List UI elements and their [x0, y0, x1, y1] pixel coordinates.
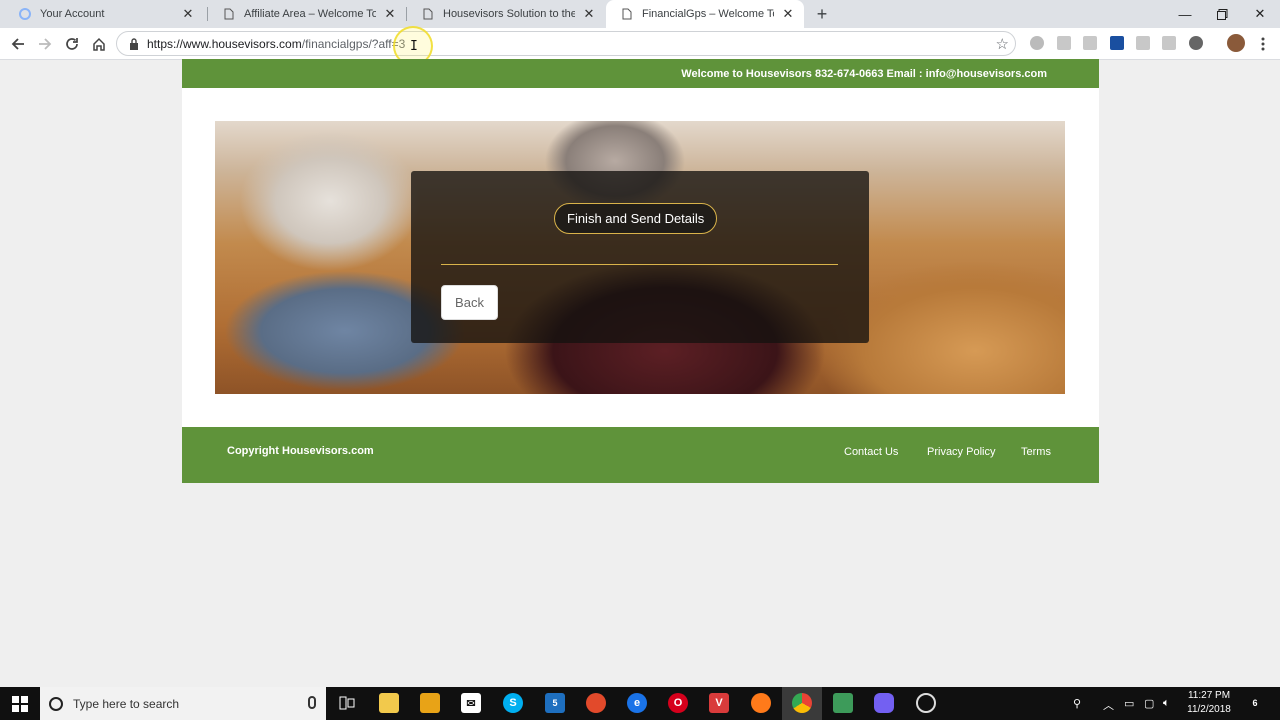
taskbar-clock[interactable]: 11:27 PM 11/2/2018: [1180, 689, 1238, 717]
extension-screenshot-icon[interactable]: [1136, 36, 1150, 50]
tab-affiliate-area[interactable]: Affiliate Area – Welcome To Housevisors …: [208, 0, 406, 28]
back-arrow-icon[interactable]: [7, 33, 29, 55]
hero-image: Finish and Send Details Back: [215, 121, 1065, 394]
profile-avatar[interactable]: [1227, 34, 1245, 52]
maps-app-icon[interactable]: [833, 693, 853, 713]
extension-grammar-icon[interactable]: [1162, 36, 1176, 50]
back-button[interactable]: Back: [441, 285, 498, 320]
show-hidden-icons-chevron-icon[interactable]: ︿: [1103, 697, 1114, 713]
copyright-text: Copyright Housevisors.com: [227, 445, 374, 457]
close-tab-icon[interactable]: ✕: [780, 6, 796, 22]
url-text: https://www.housevisors.com/financialgps…: [147, 37, 405, 51]
notification-center-icon[interactable]: 6: [1245, 693, 1265, 713]
windows-taskbar: Type here to search ✉ S 5 e O V ⚲ ︿ ▭ ▢ …: [0, 687, 1280, 720]
tab-title: Your Account: [40, 8, 105, 20]
viber-icon[interactable]: [874, 693, 894, 713]
footer: Copyright Housevisors.com Contact Us Pri…: [182, 427, 1099, 483]
battery-icon[interactable]: ▭: [1124, 697, 1134, 710]
skype-icon[interactable]: S: [503, 693, 523, 713]
taskbar-search-box[interactable]: Type here to search: [40, 687, 326, 720]
page-icon: [421, 7, 435, 21]
network-icon[interactable]: ▢: [1144, 697, 1154, 710]
extension-calendar-icon[interactable]: [1083, 36, 1097, 50]
windows-start-icon[interactable]: [0, 687, 40, 720]
extension-reader-icon[interactable]: [1057, 36, 1071, 50]
tab-housevisors-solution[interactable]: Housevisors Solution to the Retirement ✕: [407, 0, 605, 28]
footer-link-contact-us[interactable]: Contact Us: [844, 446, 898, 458]
mail-icon[interactable]: ✉: [461, 693, 481, 713]
url-host: https://www.housevisors.com: [147, 36, 302, 51]
tab-title: FinancialGps – Welcome To Housevisors: [642, 8, 774, 20]
close-window-button[interactable]: ✕: [1241, 0, 1279, 28]
extension-bookmark-icon[interactable]: [1110, 36, 1124, 50]
form-divider: [441, 264, 838, 265]
extension-tracker-icon[interactable]: [1189, 36, 1203, 50]
tab-your-account[interactable]: Your Account ✕: [4, 0, 204, 28]
edge-browser-icon[interactable]: e: [627, 693, 647, 713]
opera-browser-icon[interactable]: O: [668, 693, 688, 713]
page-icon: [222, 7, 236, 21]
top-contact-bar: Welcome to Housevisors 832-674-0663 Emai…: [182, 59, 1099, 88]
url-path: /financialgps/?aff=3: [301, 36, 406, 51]
tab-financialgps[interactable]: FinancialGps – Welcome To Housevisors ✕: [606, 0, 804, 28]
close-tab-icon[interactable]: ✕: [180, 6, 196, 22]
file-explorer-icon[interactable]: [379, 693, 399, 713]
microphone-icon[interactable]: [308, 696, 316, 709]
tab-title: Affiliate Area – Welcome To Housevisors: [244, 8, 376, 20]
mail-badge: 5: [552, 698, 558, 708]
reload-icon[interactable]: [61, 33, 83, 55]
footer-link-terms[interactable]: Terms: [1021, 446, 1051, 458]
form-overlay-panel: Finish and Send Details Back: [411, 171, 869, 343]
extension-circle-icon[interactable]: [1030, 36, 1044, 50]
close-tab-icon[interactable]: ✕: [382, 6, 398, 22]
minimize-button[interactable]: —: [1166, 0, 1204, 28]
finish-send-details-button[interactable]: Finish and Send Details: [554, 203, 718, 234]
bookmark-star-icon[interactable]: ☆: [996, 35, 1009, 53]
outlook-icon[interactable]: 5: [545, 693, 565, 713]
home-icon[interactable]: [88, 33, 110, 55]
close-tab-icon[interactable]: ✕: [581, 6, 597, 22]
firefox-browser-icon[interactable]: [751, 693, 771, 713]
volume-icon[interactable]: 🔈︎: [1163, 697, 1170, 710]
chrome-browser-icon[interactable]: [792, 693, 812, 713]
browser-toolbar: https://www.housevisors.com/financialgps…: [0, 28, 1280, 60]
clock-date: 11/2/2018: [1187, 704, 1231, 715]
loading-icon: [18, 7, 32, 21]
search-placeholder: Type here to search: [73, 696, 180, 711]
tab-title: Housevisors Solution to the Retirement: [443, 8, 575, 20]
lock-icon: [125, 37, 143, 50]
screen-recorder-icon[interactable]: [916, 693, 936, 713]
cortana-icon: [49, 696, 63, 711]
people-icon[interactable]: ⚲: [1073, 697, 1081, 710]
vivaldi-browser-icon[interactable]: V: [709, 693, 729, 713]
footer-link-privacy-policy[interactable]: Privacy Policy: [927, 446, 995, 458]
clock-time: 11:27 PM: [1187, 690, 1231, 701]
notification-count: 6: [1252, 698, 1258, 708]
forward-arrow-icon[interactable]: [34, 33, 56, 55]
text-cursor-icon: I: [410, 39, 418, 54]
welcome-contact-text: Welcome to Housevisors 832-674-0663 Emai…: [681, 67, 1047, 80]
address-bar[interactable]: https://www.housevisors.com/financialgps…: [116, 31, 1016, 56]
menu-kebab-icon[interactable]: [1252, 33, 1274, 55]
media-player-icon[interactable]: [586, 693, 606, 713]
new-tab-button[interactable]: +: [812, 4, 832, 24]
web-page: Welcome to Housevisors 832-674-0663 Emai…: [182, 59, 1099, 483]
browser-tab-strip: Your Account ✕ Affiliate Area – Welcome …: [0, 0, 1280, 28]
task-view-icon[interactable]: [337, 693, 357, 713]
page-icon: [620, 7, 634, 21]
store-icon[interactable]: [420, 693, 440, 713]
maximize-button[interactable]: [1203, 0, 1241, 28]
